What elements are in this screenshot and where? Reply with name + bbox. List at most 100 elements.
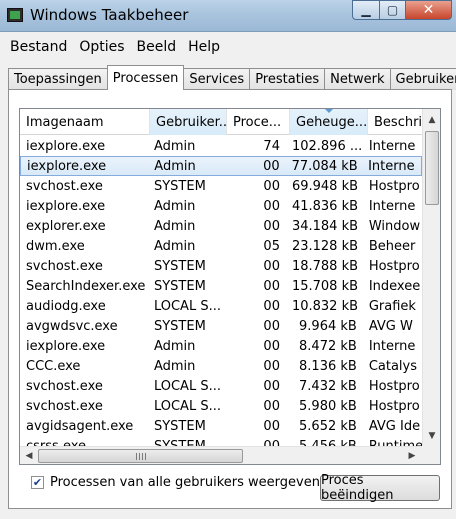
cell-cpu: 00 (263, 278, 280, 294)
vertical-scroll-thumb[interactable] (425, 131, 439, 205)
cell-memory: 7.432 kB (299, 378, 357, 394)
tab-services[interactable]: Services (183, 68, 251, 90)
cell-memory: 18.788 kB (291, 258, 359, 274)
process-row[interactable]: avgidsagent.exe SYSTEM 00 5.652 kB AVG Ide (20, 416, 422, 436)
tab-gebruikers[interactable]: Gebruikers (389, 68, 456, 90)
close-button[interactable]: ✕ (406, 0, 452, 20)
process-row[interactable]: iexplore.exe Admin 00 8.472 kB Interne (20, 336, 422, 356)
cell-memory: 5.652 kB (299, 418, 357, 434)
cell-imagename: svchost.exe (26, 178, 103, 194)
tab-netwerk[interactable]: Netwerk (324, 68, 391, 90)
cell-cpu: 00 (263, 298, 280, 314)
cell-cpu: 00 (263, 218, 280, 234)
process-row[interactable]: audiodg.exe LOCAL S... 00 10.832 kB Grafiek (20, 296, 422, 316)
process-row[interactable]: SearchIndexer.exe SYSTEM 00 15.708 kB Indexe… (20, 276, 422, 296)
cell-description: Interne (368, 338, 416, 354)
process-row[interactable]: iexplore.exe Admin 00 77.084 kB Interne (20, 156, 422, 176)
cell-description: Hostpro (368, 398, 420, 414)
cell-cpu: 00 (263, 258, 280, 274)
grip-icon (135, 453, 146, 460)
cell-user: Admin (153, 138, 196, 154)
menu-beeld[interactable]: Beeld (131, 39, 183, 55)
cell-imagename: audiodg.exe (26, 298, 106, 314)
cell-memory: 15.708 kB (291, 278, 359, 294)
cell-user: Admin (153, 198, 196, 214)
process-row[interactable]: svchost.exe SYSTEM 00 18.788 kB Hostpro (20, 256, 422, 276)
cell-description: AVG W (368, 318, 413, 334)
cell-cpu: 00 (263, 398, 280, 414)
column-header-imagename[interactable]: Imagenaam (20, 109, 150, 135)
menu-bar: Bestand Opties Beeld Help (0, 33, 456, 60)
cell-memory: 34.184 kB (291, 218, 359, 234)
cell-cpu: 00 (263, 158, 280, 174)
cell-cpu: 00 (263, 358, 280, 374)
tab-strip: Toepassingen Processen Services Prestati… (8, 64, 456, 90)
process-row[interactable]: iexplore.exe Admin 00 41.836 kB Interne (20, 196, 422, 216)
cell-description: Hostpro (368, 378, 420, 394)
show-all-users-label[interactable]: Processen van alle gebruikers weergeven (50, 475, 320, 490)
cell-description: Interne (368, 138, 416, 154)
show-all-users-checkbox[interactable]: ✔ (31, 476, 44, 489)
tab-toepassingen[interactable]: Toepassingen (8, 68, 108, 90)
process-row[interactable]: svchost.exe LOCAL S... 00 7.432 kB Hostpro (20, 376, 422, 396)
menu-help[interactable]: Help (182, 39, 226, 55)
cell-description: AVG Ide (368, 418, 421, 434)
cell-description: Hostpro (368, 258, 420, 274)
horizontal-scrollbar[interactable]: ◀ ▶ (20, 446, 422, 464)
cell-user: Admin (153, 218, 196, 234)
cell-memory: 8.136 kB (299, 358, 357, 374)
end-process-button[interactable]: Proces beëindigen (320, 473, 440, 503)
cell-cpu: 00 (263, 378, 280, 394)
cell-imagename: CCC.exe (26, 358, 81, 374)
cell-user: LOCAL S... (153, 398, 221, 414)
process-row[interactable]: svchost.exe LOCAL S... 00 5.980 kB Hostpro (20, 396, 422, 416)
task-manager-icon (7, 8, 23, 22)
column-header-memory[interactable]: Geheuge... (290, 109, 368, 135)
cell-user: SYSTEM (153, 418, 206, 434)
cell-memory: 77.084 kB (291, 158, 358, 174)
vertical-scrollbar[interactable]: ▲ ▼ (422, 109, 440, 446)
cell-user: Admin (153, 238, 196, 254)
cell-user: SYSTEM (153, 178, 206, 194)
cell-cpu: 00 (263, 178, 280, 194)
tab-processen[interactable]: Processen (106, 65, 185, 90)
cell-cpu: 05 (263, 238, 280, 254)
cell-user: LOCAL S... (153, 298, 221, 314)
process-row[interactable]: explorer.exe Admin 00 34.184 kB Window (20, 216, 422, 236)
window-controls: ▁ ▢ ✕ (352, 0, 452, 20)
tab-prestaties[interactable]: Prestaties (249, 68, 326, 90)
process-rows: iexplore.exe Admin 74 102.896 ... Interne iex… (20, 136, 422, 456)
process-row[interactable]: avgwdsvc.exe SYSTEM 00 9.964 kB AVG W (20, 316, 422, 336)
cell-description: Catalys (368, 358, 418, 374)
cell-description: Grafiek (368, 298, 416, 314)
scroll-left-icon[interactable]: ◀ (21, 447, 37, 464)
cell-description: Indexee (368, 278, 421, 294)
column-header-description[interactable]: Beschri (368, 109, 428, 135)
cell-description: Interne (368, 158, 415, 174)
process-row[interactable]: dwm.exe Admin 05 23.128 kB Beheer (20, 236, 422, 256)
cell-imagename: iexplore.exe (26, 198, 106, 214)
column-header-user[interactable]: Gebruiker... (150, 109, 227, 135)
scroll-up-icon[interactable]: ▲ (424, 111, 440, 128)
process-row[interactable]: svchost.exe SYSTEM 00 69.948 kB Hostpro (20, 176, 422, 196)
process-row[interactable]: CCC.exe Admin 00 8.136 kB Catalys (20, 356, 422, 376)
menu-opties[interactable]: Opties (73, 39, 130, 55)
title-bar: Windows Taakbeheer ▁ ▢ ✕ (0, 0, 456, 32)
scroll-down-icon[interactable]: ▼ (424, 427, 440, 444)
cell-description: Beheer (368, 238, 416, 254)
cell-imagename: iexplore.exe (26, 338, 106, 354)
cell-imagename: iexplore.exe (27, 158, 107, 174)
cell-imagename: dwm.exe (26, 238, 85, 254)
cell-imagename: svchost.exe (26, 258, 103, 274)
menu-bestand[interactable]: Bestand (4, 39, 73, 55)
maximize-button[interactable]: ▢ (380, 0, 406, 20)
cell-user: LOCAL S... (153, 378, 221, 394)
horizontal-scroll-thumb[interactable] (38, 449, 243, 463)
process-list[interactable]: Imagenaam Gebruiker... Proce... Geheuge.… (19, 108, 441, 465)
process-row[interactable]: iexplore.exe Admin 74 102.896 ... Interne (20, 136, 422, 156)
scroll-right-icon[interactable]: ▶ (404, 447, 420, 464)
column-header-cpu[interactable]: Proce... (227, 109, 290, 135)
cell-imagename: avgwdsvc.exe (26, 318, 118, 334)
minimize-button[interactable]: ▁ (352, 0, 380, 20)
cell-imagename: iexplore.exe (26, 138, 106, 154)
